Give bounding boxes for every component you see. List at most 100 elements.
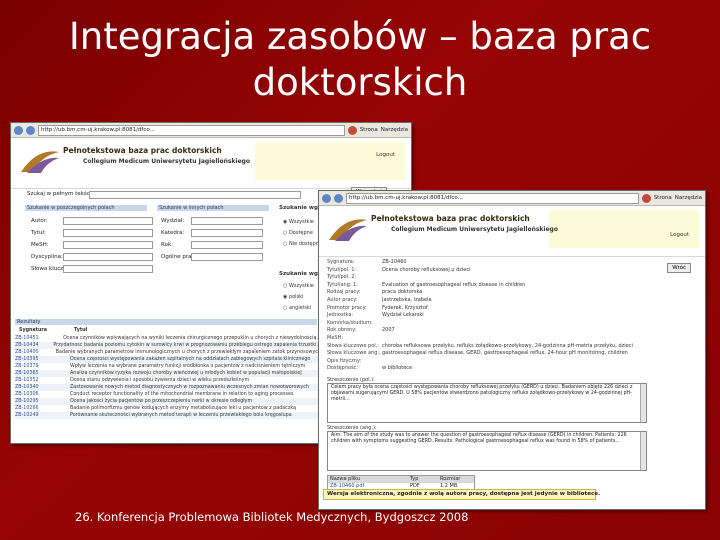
result-signature[interactable]: ZB-10400	[15, 349, 56, 356]
address-bar[interactable]: http://ub.bm.cm-uj.krakow.pl:8081/dfco..…	[346, 192, 639, 204]
result-signature[interactable]: ZB-10306	[15, 391, 70, 398]
fulltext-input[interactable]	[89, 191, 301, 199]
metadata-row: Słowa kluczowe pol.: choroba refluksowa p…	[327, 343, 667, 351]
availability-option-unavailable[interactable]: ○ Nie dostępne	[283, 239, 322, 250]
result-signature[interactable]: ZB-10365	[15, 370, 70, 377]
metadata-value: praca doktorska	[382, 289, 423, 296]
result-row[interactable]: ZB-10266 Badanie polimorfizmu genów koduj…	[15, 405, 321, 412]
menu-tools[interactable]: Narzędzia	[675, 195, 702, 201]
result-title[interactable]: Porównanie skuteczności wybranych metod …	[70, 412, 292, 419]
result-row[interactable]: ZB-10365 Analiza czynników ryzyka rozwoju…	[15, 370, 321, 377]
metadata-row: Sygnatura: ZB-10460	[327, 259, 667, 267]
result-signature[interactable]: ZB-10352	[15, 377, 70, 384]
result-title[interactable]: Ocena jakości życia pacjentów po przeszc…	[70, 398, 252, 405]
slide-title-line1: Integracja zasobów – baza prac	[68, 15, 652, 58]
availability-option-all[interactable]: ◉ Wszystkie	[283, 217, 322, 228]
result-title[interactable]: Badanie polimorfizmu genów kodujących en…	[70, 405, 296, 412]
back-arrow-icon[interactable]	[14, 125, 23, 135]
result-row[interactable]: ZB-10352 Ocena stanu odżywienia i sposobu…	[15, 377, 321, 384]
scrollbar[interactable]	[640, 384, 646, 422]
general-select[interactable]	[191, 253, 263, 261]
metadata-key: Sygnatura:	[327, 259, 355, 265]
result-row[interactable]: ZB-10340 Zastosowanie nowych metod diagno…	[15, 384, 321, 391]
availability-option-available[interactable]: ○ Dostępne	[283, 228, 322, 239]
keywords-field[interactable]	[63, 265, 153, 273]
address-bar[interactable]: http://ub.bm.cm-uj.krakow.pl:8081/dfco..…	[38, 124, 345, 136]
banner-subtitle: Collegium Medicum Uniwersytetu Jagielloń…	[83, 158, 250, 165]
result-row[interactable]: ZB-10249 Porównanie skuteczności wybranyc…	[15, 412, 321, 419]
result-title[interactable]: Przydatność badania poziomu cytokin w su…	[53, 342, 321, 349]
metadata-key: Słowa kluczowe pol.:	[327, 342, 379, 349]
scrollbar[interactable]	[640, 432, 646, 470]
forward-arrow-icon[interactable]	[334, 193, 343, 203]
logout-link[interactable]: Logout	[670, 232, 689, 238]
metadata-row: Autor pracy: Jastrzębska, Izabela	[327, 297, 667, 305]
result-title[interactable]: Zastosowanie nowych metod diagnostycznyc…	[70, 384, 309, 391]
metadata-value: choroba refluksowa przełyku, refluks żoł…	[382, 342, 633, 349]
result-row[interactable]: ZB-10395 Ocena częstości występowania zak…	[15, 356, 321, 363]
back-arrow-icon[interactable]	[322, 193, 331, 203]
site-banner: Pełnotekstowa baza prac doktorskich Coll…	[319, 206, 705, 257]
language-option-english[interactable]: ○ angielski	[283, 303, 314, 314]
result-row[interactable]: ZB-10295 Ocena jakości życia pacjentów po…	[15, 398, 321, 405]
result-row[interactable]: ZB-10400 Badanie wybranych parametrów imm…	[15, 349, 321, 356]
language-option-polish[interactable]: ◉ polski	[283, 292, 314, 303]
metadata-key: Dostępność:	[327, 365, 358, 372]
result-signature[interactable]: ZB-10395	[15, 356, 70, 363]
metadata-row: Tytuł/ang. 1: Evaluation of gastroesophag…	[327, 282, 667, 290]
forward-arrow-icon[interactable]	[26, 125, 35, 135]
metadata-value: Jastrzębska, Izabela	[382, 296, 432, 303]
abstract-pol-box[interactable]: Celem pracy była ocena częstości występo…	[327, 383, 647, 423]
menu-page[interactable]: Strona	[654, 195, 672, 201]
abstract-ang-box[interactable]: Aim: The aim of the study was to answer …	[327, 431, 647, 471]
discipline-field[interactable]	[63, 253, 153, 261]
metadata-row: Słowa kluczowe ang.: gastroesophageal ref…	[327, 350, 667, 358]
faculty-select[interactable]	[191, 217, 263, 225]
banner-subtitle: Collegium Medicum Uniwersytetu Jagielloń…	[391, 226, 558, 233]
result-signature[interactable]: ZB-10379	[15, 363, 70, 370]
browser-window-detail: http://ub.bm.cm-uj.krakow.pl:8081/dfco..…	[318, 190, 706, 510]
browser-toolbar: http://ub.bm.cm-uj.krakow.pl:8081/dfco..…	[11, 123, 411, 138]
metadata-key: Tytuł/pol. 2:	[327, 274, 357, 281]
result-signature[interactable]: ZB-10295	[15, 398, 70, 405]
logout-link[interactable]: Logout	[376, 152, 395, 158]
department-select[interactable]	[191, 229, 263, 237]
menu-tools[interactable]: Narzędzia	[381, 127, 408, 133]
metadata-row: MeSH:	[327, 335, 667, 343]
result-row[interactable]: ZB-10379 Wpływ leczenia na wybrane parame…	[15, 363, 321, 370]
site-banner: Pełnotekstowa baza prac doktorskich Coll…	[11, 138, 411, 189]
metadata-row: Rodzaj pracy: praca doktorska	[327, 289, 667, 297]
back-button[interactable]: Wróć	[667, 263, 691, 273]
availability-note: Wersja elektroniczna, zgodnie z wolą aut…	[323, 489, 600, 500]
result-signature[interactable]: ZB-10451	[15, 335, 63, 342]
result-title[interactable]: Badanie wybranych parametrów immunologic…	[56, 349, 321, 356]
result-title[interactable]: Wpływ leczenia na wybrane parametry funk…	[70, 363, 305, 370]
result-signature[interactable]: ZB-10340	[15, 384, 70, 391]
result-title[interactable]: Analiza czynników ryzyka rozwoju choroby…	[70, 370, 302, 377]
result-row[interactable]: ZB-10434 Przydatność badania poziomu cyto…	[15, 342, 321, 349]
result-signature[interactable]: ZB-10434	[15, 342, 53, 349]
mesh-field[interactable]	[63, 241, 153, 249]
language-option-all[interactable]: ○ Wszystkie	[283, 281, 314, 292]
logo-swoosh-icon	[329, 219, 367, 241]
menu-page[interactable]: Strona	[360, 127, 378, 133]
stop-icon[interactable]	[347, 125, 357, 135]
author-field[interactable]	[63, 217, 153, 225]
stop-icon[interactable]	[641, 193, 651, 203]
result-title[interactable]: Ocena czynników wpływających na wyniki l…	[63, 335, 321, 342]
result-signature[interactable]: ZB-10249	[15, 412, 70, 419]
metadata-row: Jednostka: Wydział Lekarski	[327, 312, 667, 320]
result-signature[interactable]: ZB-10266	[15, 405, 70, 412]
title-field[interactable]	[63, 229, 153, 237]
result-title[interactable]: Conduct receptor functionality of the mi…	[70, 391, 293, 398]
metadata-key: Rodzaj pracy:	[327, 289, 361, 296]
year-field[interactable]	[191, 241, 263, 249]
result-title[interactable]: Ocena częstości występowania zakażeń szp…	[70, 356, 310, 363]
result-title[interactable]: Ocena stanu odżywienia i sposobu żywieni…	[70, 377, 249, 384]
metadata-key: MeSH:	[327, 334, 344, 341]
result-row[interactable]: ZB-10306 Conduct receptor functionality o…	[15, 391, 321, 398]
slide-title-line2: doktorskich	[252, 61, 468, 104]
fulltext-label: Szukaj w pełnym tekście:	[27, 191, 97, 197]
result-row[interactable]: ZB-10451 Ocena czynników wpływających na …	[15, 335, 321, 342]
metadata-value: Wydział Lekarski	[382, 312, 424, 319]
